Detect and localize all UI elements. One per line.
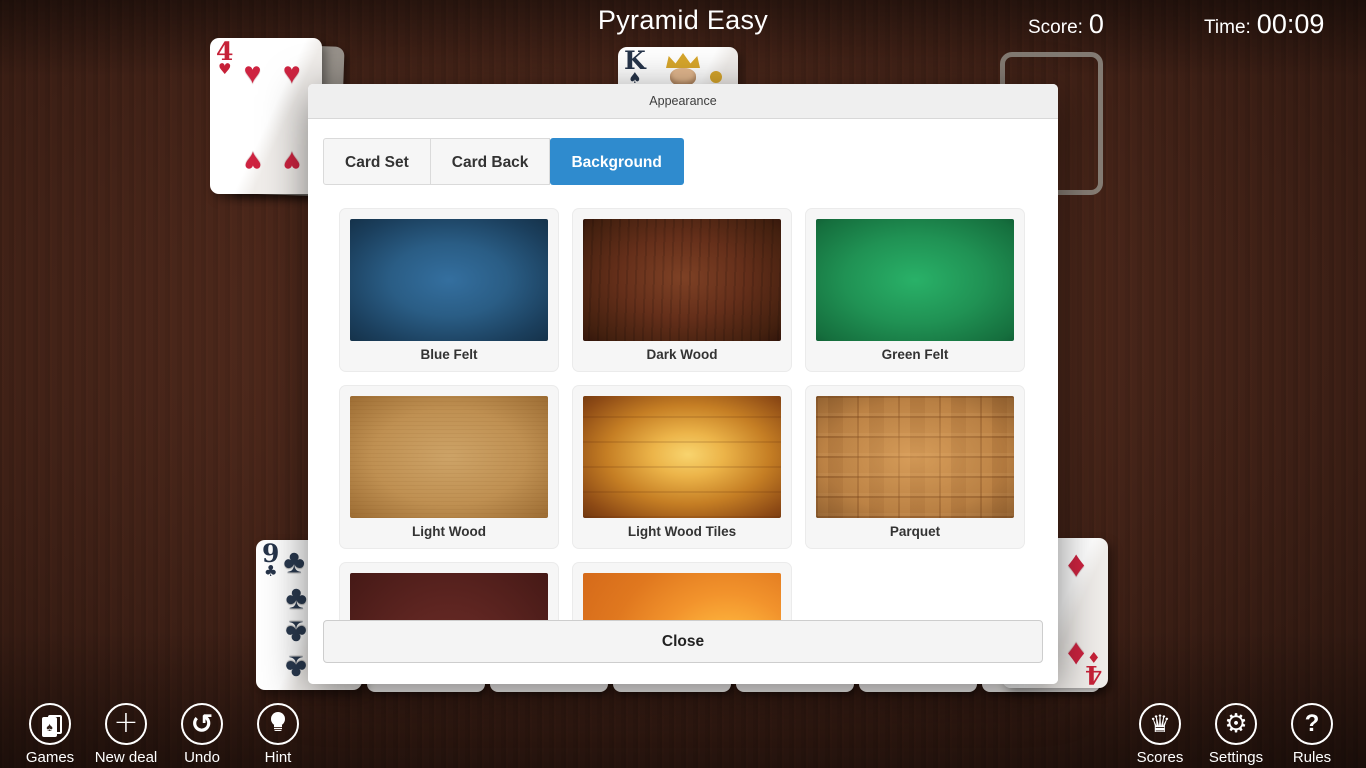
king-crown-art [666, 53, 700, 68]
diamond-pip: ♦ [1067, 637, 1085, 673]
background-option-label: Parquet [806, 518, 1024, 546]
dialog-title: Appearance [308, 84, 1058, 119]
card-4-of-hearts[interactable]: 4 ♥ ♥ ♥ ♥ ♥ [210, 38, 322, 194]
background-option-dark-wood[interactable]: Dark Wood [573, 209, 791, 371]
score-display: Score: 0 [1028, 9, 1104, 40]
time-label: Time: [1204, 17, 1251, 38]
undo-button[interactable]: ↺ Undo [164, 703, 240, 766]
score-value: 0 [1089, 9, 1104, 39]
heart-pip: ♥ [244, 59, 262, 89]
time-value: 00:09 [1257, 9, 1325, 39]
diamond-pip: ♦ [1067, 546, 1085, 582]
heart-pip: ♥ [283, 59, 301, 89]
green-felt-swatch [816, 219, 1014, 341]
settings-label: Settings [1209, 749, 1263, 766]
club-pip: ♣ [285, 651, 307, 684]
heart-pip: ♥ [283, 146, 301, 176]
lightbulb-icon [257, 703, 299, 745]
new-deal-label: New deal [95, 749, 158, 766]
close-button[interactable]: Close [323, 620, 1043, 663]
blue-felt-swatch [350, 219, 548, 341]
question-icon: ? [1291, 703, 1333, 745]
background-option-label: Green Felt [806, 341, 1024, 369]
toolbar-left: ♠ Games + New deal ↺ Undo Hint [12, 703, 316, 766]
games-label: Games [26, 749, 74, 766]
background-option-parquet[interactable]: Parquet [806, 386, 1024, 548]
undo-icon: ↺ [181, 703, 223, 745]
rules-label: Rules [1293, 749, 1331, 766]
club-pip: ♣ [285, 617, 307, 650]
background-option-light-wood[interactable]: Light Wood [340, 386, 558, 548]
crown-icon: ♛ [1139, 703, 1181, 745]
tab-card-set[interactable]: Card Set [323, 138, 431, 185]
tab-card-back[interactable]: Card Back [431, 138, 551, 185]
page-title: Pyramid Easy [0, 5, 1366, 36]
settings-button[interactable]: ⚙ Settings [1198, 703, 1274, 766]
background-option-light-wood-tiles[interactable]: Light Wood Tiles [573, 386, 791, 548]
gear-icon: ⚙ [1215, 703, 1257, 745]
light-wood-tiles-swatch [583, 396, 781, 518]
appearance-tabs: Card Set Card Back Background [323, 138, 684, 185]
heart-pip: ♥ [244, 146, 262, 176]
hint-label: Hint [265, 749, 292, 766]
hint-button[interactable]: Hint [240, 703, 316, 766]
background-option-label: Light Wood [340, 518, 558, 546]
club-pip: ♣ [283, 545, 305, 578]
appearance-dialog: Appearance Card Set Card Back Background… [308, 84, 1058, 684]
parquet-swatch [816, 396, 1014, 518]
time-display: Time: 00:09 [1204, 9, 1324, 40]
card-corner-index: 4 ♦ [1085, 650, 1102, 686]
background-option-label: Light Wood Tiles [573, 518, 791, 546]
club-pip: ♣ [285, 581, 307, 614]
scores-label: Scores [1137, 749, 1184, 766]
background-option-label: Dark Wood [573, 341, 791, 369]
card-corner-index: K ♠ [624, 49, 646, 85]
dialog-footer [308, 663, 1058, 684]
background-option-blue-felt[interactable]: Blue Felt [340, 209, 558, 371]
toolbar-right: ♛ Scores ⚙ Settings ? Rules [1122, 703, 1350, 766]
card-corner-index: 9 ♣ [262, 542, 279, 578]
king-orb-art [710, 71, 722, 83]
tab-background[interactable]: Background [550, 138, 683, 185]
cards-icon: ♠ [29, 703, 71, 745]
top-bar: Pyramid Easy Score: 0 Time: 00:09 [0, 0, 1366, 46]
rules-button[interactable]: ? Rules [1274, 703, 1350, 766]
undo-label: Undo [184, 749, 220, 766]
score-label: Score: [1028, 17, 1083, 38]
light-wood-swatch [350, 396, 548, 518]
new-deal-button[interactable]: + New deal [88, 703, 164, 766]
games-button[interactable]: ♠ Games [12, 703, 88, 766]
scores-button[interactable]: ♛ Scores [1122, 703, 1198, 766]
background-option-green-felt[interactable]: Green Felt [806, 209, 1024, 371]
dark-wood-swatch [583, 219, 781, 341]
game-table: Pyramid Easy Score: 0 Time: 00:09 4 ♥ ♥ ♥ … [0, 0, 1366, 768]
background-option-label: Blue Felt [340, 341, 558, 369]
plus-icon: + [105, 703, 147, 745]
